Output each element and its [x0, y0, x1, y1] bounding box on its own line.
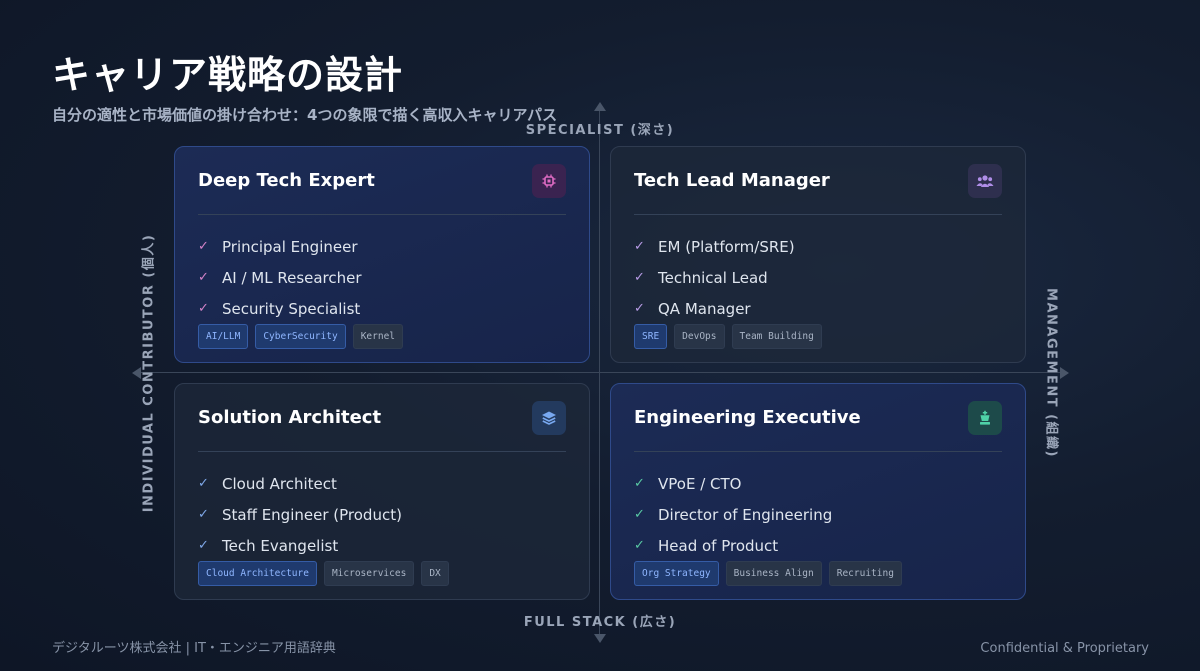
- tag: Team Building: [731, 324, 822, 349]
- list-item: ✓ Cloud Architect: [198, 474, 337, 493]
- axis-label-full-stack: FULL STACK (広さ): [523, 615, 677, 630]
- tag: CyberSecurity: [255, 324, 346, 349]
- page-subtitle: 自分の適性と市場価値の掛け合わせ：4つの象限で描く高収入キャリアパス: [52, 106, 558, 124]
- axis-label-specialist: SPECIALIST (深さ): [525, 123, 675, 138]
- tag: DX: [421, 561, 449, 586]
- quadrant-card-solution-architect: Solution Architect ✓ Cloud Architect ✓ Sta…: [174, 383, 590, 600]
- page-title: キャリア戦略の設計: [52, 53, 404, 97]
- footer-company: デジタルーツ株式会社 | IT・エンジニア用語辞典: [52, 641, 336, 656]
- quadrant-card-deep-tech-expert: Deep Tech Expert ✓ Principal Engineer ✓ AI…: [174, 146, 590, 363]
- list-item: ✓ AI / ML Researcher: [198, 268, 362, 287]
- list-item: ✓ Staff Engineer (Product): [198, 505, 402, 524]
- tag: Cloud Architecture: [198, 561, 317, 586]
- quadrant-title: Solution Architect: [198, 407, 382, 428]
- list-item: ✓ Head of Product: [634, 536, 779, 555]
- tag-group: SRE DevOps Team Building: [634, 324, 822, 349]
- tag: Business Align: [725, 561, 822, 586]
- arrow-down-icon: [594, 634, 606, 643]
- vertical-axis-line: [599, 108, 600, 638]
- check-icon: ✓: [634, 476, 645, 491]
- tag: AI/LLM: [198, 324, 249, 349]
- list-item: ✓ Principal Engineer: [198, 237, 358, 256]
- check-icon: ✓: [198, 507, 209, 522]
- check-icon: ✓: [634, 538, 645, 553]
- quadrant-title: Tech Lead Manager: [634, 170, 830, 191]
- tag-group: Org Strategy Business Align Recruiting: [634, 561, 902, 586]
- arrow-up-icon: [594, 102, 606, 111]
- list-item: ✓ Technical Lead: [634, 268, 768, 287]
- chess-icon: [968, 400, 1002, 435]
- tag: Recruiting: [828, 561, 902, 586]
- quadrant-card-engineering-executive: Engineering Executive ✓ VPoE / CTO ✓ Direc…: [610, 383, 1026, 600]
- quadrant-title: Engineering Executive: [634, 407, 861, 428]
- list-item: ✓ VPoE / CTO: [634, 474, 742, 493]
- tag-group: Cloud Architecture Microservices DX: [198, 561, 449, 586]
- tag: Kernel: [352, 324, 404, 349]
- quadrant-card-tech-lead-manager: Tech Lead Manager ✓ EM (Platform/SRE) ✓ Te…: [610, 146, 1026, 363]
- axis-label-individual-contributor: INDIVIDUAL CONTRIBUTOR (個人): [141, 233, 157, 513]
- list-item: ✓ Security Specialist: [198, 299, 361, 318]
- tag: SRE: [634, 324, 668, 349]
- tag: Microservices: [323, 561, 415, 586]
- list-item: ✓ Tech Evangelist: [198, 536, 339, 555]
- check-icon: ✓: [198, 538, 209, 553]
- list-item: ✓ QA Manager: [634, 299, 751, 318]
- list-item: ✓ EM (Platform/SRE): [634, 237, 795, 256]
- check-icon: ✓: [198, 476, 209, 491]
- tag-group: AI/LLM CyberSecurity Kernel: [198, 324, 404, 349]
- check-icon: ✓: [634, 301, 645, 316]
- tag: Org Strategy: [634, 561, 719, 586]
- chip-icon: [532, 163, 566, 198]
- check-icon: ✓: [198, 239, 209, 254]
- horizontal-axis-line: [140, 372, 1062, 373]
- footer-confidential: Confidential & Proprietary: [980, 641, 1149, 656]
- check-icon: ✓: [634, 507, 645, 522]
- check-icon: ✓: [634, 270, 645, 285]
- quadrant-title: Deep Tech Expert: [198, 170, 375, 191]
- check-icon: ✓: [198, 301, 209, 316]
- tag: DevOps: [674, 324, 725, 349]
- check-icon: ✓: [198, 270, 209, 285]
- axis-label-management: MANAGEMENT (組織): [1043, 288, 1059, 458]
- list-item: ✓ Director of Engineering: [634, 505, 833, 524]
- team-icon: [968, 163, 1002, 198]
- check-icon: ✓: [634, 239, 645, 254]
- layers-icon: [532, 400, 566, 435]
